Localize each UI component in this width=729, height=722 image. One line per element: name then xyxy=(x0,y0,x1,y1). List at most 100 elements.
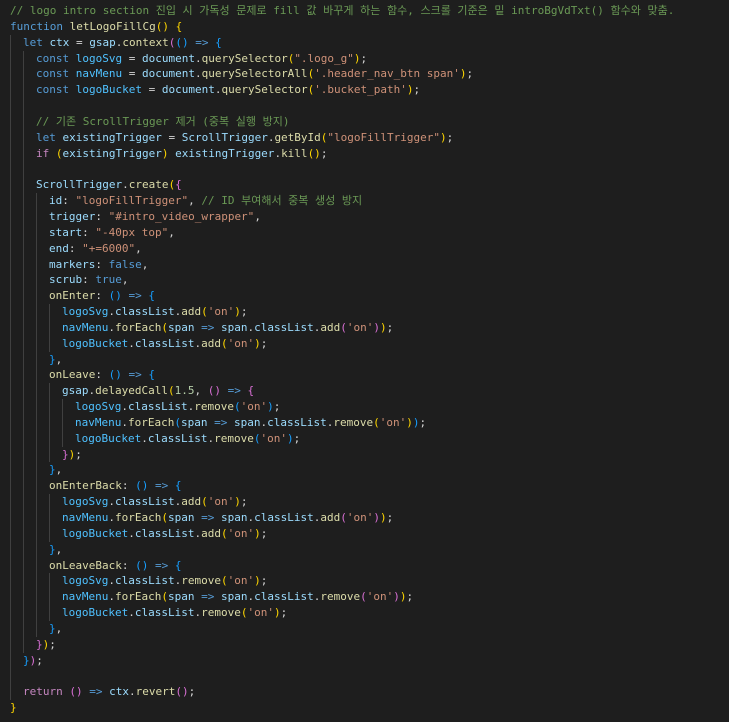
code-token: ( xyxy=(373,415,380,429)
code-token: ( xyxy=(167,384,175,398)
indent-guide xyxy=(23,240,24,257)
indent-guide xyxy=(36,478,37,495)
code-line: }, xyxy=(0,620,729,637)
indent-guide xyxy=(36,573,37,590)
code-token: 1.5 xyxy=(174,384,195,398)
code-token: , xyxy=(121,273,129,287)
code-token: . xyxy=(121,415,128,429)
indent-guide xyxy=(10,446,11,463)
code-line: start: "-40px top", xyxy=(0,224,729,241)
indent-guide xyxy=(10,82,11,99)
code-token: { xyxy=(175,178,182,192)
code-token: . xyxy=(108,305,115,319)
indent-guide xyxy=(23,557,24,574)
code-token: ; xyxy=(49,637,56,651)
code-token: span xyxy=(167,320,195,334)
indent-guide xyxy=(23,494,24,510)
indent-guide xyxy=(10,98,11,114)
code-token: ; xyxy=(386,320,394,334)
code-token: getById xyxy=(274,130,321,144)
code-token: navMenu xyxy=(62,320,109,334)
code-token: forEach xyxy=(114,511,162,524)
code-token: ".logo_g" xyxy=(294,51,354,65)
indent-guide xyxy=(36,399,37,415)
code-token: ; xyxy=(260,574,268,588)
code-token: navMenu xyxy=(75,415,122,429)
code-token: let xyxy=(36,130,56,144)
code-token: add xyxy=(320,320,341,334)
indent-guide xyxy=(10,589,11,606)
code-token: } xyxy=(49,463,56,477)
indent-guide xyxy=(36,367,37,384)
code-token: ; xyxy=(260,526,268,540)
code-token: 'on' xyxy=(227,336,255,350)
code-token: remove xyxy=(333,415,374,429)
indent-guide xyxy=(10,573,11,590)
code-line: scrub: true, xyxy=(0,272,729,289)
indent-guide xyxy=(36,620,37,637)
code-token: classList xyxy=(114,305,175,319)
code-token: ) xyxy=(353,51,361,65)
code-token: () xyxy=(135,558,149,572)
code-line: logoBucket.classList.remove('on'); xyxy=(0,605,729,621)
code-token: span xyxy=(220,320,248,334)
code-token: ) xyxy=(254,336,261,350)
code-token: add xyxy=(181,495,202,509)
indent-guide xyxy=(23,288,24,305)
code-token: function xyxy=(10,19,63,33)
code-line: gsap.delayedCall(1.5, () => { xyxy=(0,383,729,400)
code-token: span xyxy=(180,415,208,429)
indent-guide xyxy=(36,494,37,510)
code-token: () xyxy=(207,384,221,398)
code-token: const xyxy=(36,83,70,97)
code-editor[interactable]: // logo intro section 진입 시 가독성 문제로 fill … xyxy=(0,0,729,722)
code-token: classList xyxy=(147,431,208,445)
indent-guide xyxy=(36,462,37,479)
code-token: classList xyxy=(267,415,327,429)
code-token: . xyxy=(108,590,115,604)
indent-guide xyxy=(10,399,11,415)
code-token: ( xyxy=(220,574,228,588)
code-token: span xyxy=(220,590,248,604)
code-token: classList xyxy=(134,526,195,540)
code-token: navMenu xyxy=(75,67,123,81)
indent-guide xyxy=(10,668,11,685)
code-token: add xyxy=(201,336,221,350)
indent-guide xyxy=(10,383,11,400)
indent-guide xyxy=(36,208,37,225)
code-token: onLeave xyxy=(49,368,96,382)
indent-guide xyxy=(36,510,37,526)
code-token: logoBucket xyxy=(62,336,129,350)
code-token: false xyxy=(108,257,142,271)
code-line: logoBucket.classList.add('on'); xyxy=(0,335,729,352)
code-token: querySelector xyxy=(201,51,288,65)
code-token: ; xyxy=(466,67,474,81)
code-token: navMenu xyxy=(62,590,109,604)
code-token: ; xyxy=(36,653,43,667)
indent-guide xyxy=(23,319,24,336)
code-token: remove xyxy=(201,606,241,620)
code-token: 'on' xyxy=(207,305,235,319)
indent-guide xyxy=(49,573,50,590)
code-token: ) xyxy=(234,495,241,509)
indent-guide xyxy=(36,525,37,542)
code-line: }); xyxy=(0,652,729,669)
code-token: span xyxy=(167,511,195,524)
code-token: ctx xyxy=(109,685,129,699)
code-line: const logoSvg = document.querySelector("… xyxy=(0,50,729,67)
code-token: => xyxy=(128,368,142,382)
indent-guide xyxy=(23,430,24,447)
indent-guide xyxy=(10,193,11,209)
code-token: , xyxy=(254,209,261,223)
indent-guide xyxy=(23,510,24,526)
indent-guide xyxy=(23,66,24,83)
code-token: ( xyxy=(220,336,228,350)
code-token: => xyxy=(154,558,169,572)
code-token: classList xyxy=(254,511,314,524)
code-token: = xyxy=(69,35,90,49)
indent-guide xyxy=(10,684,11,701)
